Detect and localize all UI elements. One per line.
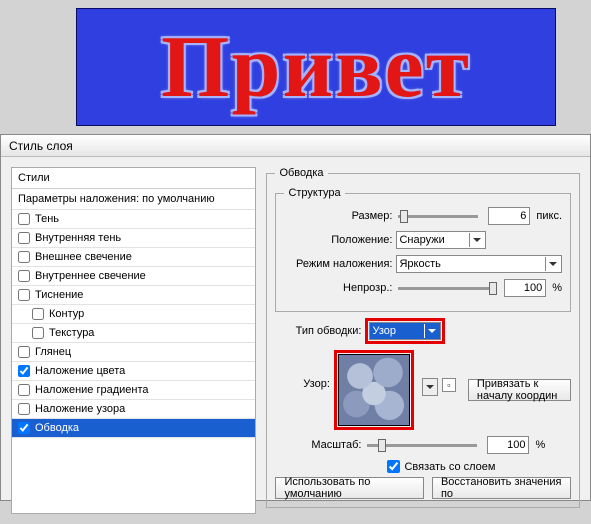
scale-unit: %: [535, 439, 545, 451]
blendmode-combo[interactable]: Яркость: [396, 255, 562, 273]
link-layer-checkbox[interactable]: [387, 460, 400, 473]
chevron-down-icon: [545, 257, 559, 271]
dialog-title: Стиль слоя: [1, 135, 590, 157]
pattern-label: Узор:: [275, 378, 329, 390]
styles-header: Стили: [12, 168, 255, 189]
style-item-label: Наложение градиента: [35, 384, 149, 396]
style-item-3[interactable]: Внутреннее свечение: [12, 267, 255, 286]
style-item-label: Обводка: [35, 422, 79, 434]
new-preset-icon[interactable]: ▫: [442, 378, 456, 392]
style-item-label: Глянец: [35, 346, 71, 358]
style-item-0[interactable]: Тень: [12, 210, 255, 229]
style-item-checkbox[interactable]: [18, 232, 30, 244]
style-item-label: Внутреннее свечение: [35, 270, 146, 282]
style-item-4[interactable]: Тиснение: [12, 286, 255, 305]
preview-text: Привет: [161, 17, 471, 118]
style-item-8[interactable]: Наложение цвета: [12, 362, 255, 381]
stroke-settings: Обводка Структура Размер: пикс. Положени…: [266, 167, 580, 514]
chevron-down-icon: [469, 233, 483, 247]
style-item-checkbox[interactable]: [18, 289, 30, 301]
style-item-5[interactable]: Контур: [12, 305, 255, 324]
opacity-slider[interactable]: [398, 287, 494, 290]
style-item-10[interactable]: Наложение узора: [12, 400, 255, 419]
style-item-9[interactable]: Наложение градиента: [12, 381, 255, 400]
style-item-label: Внешнее свечение: [35, 251, 132, 263]
filltype-combo[interactable]: Узор: [369, 322, 441, 340]
style-item-label: Тень: [35, 213, 59, 225]
size-label: Размер:: [284, 210, 392, 222]
style-item-1[interactable]: Внутренняя тень: [12, 229, 255, 248]
position-combo[interactable]: Снаружи: [396, 231, 486, 249]
style-item-label: Контур: [49, 308, 84, 320]
pattern-highlight: [334, 350, 414, 430]
size-unit: пикс.: [536, 210, 562, 222]
chevron-down-icon: [424, 324, 438, 338]
stroke-legend: Обводка: [275, 167, 327, 179]
layer-style-dialog: Стиль слоя Стили Параметры наложения: по…: [0, 134, 591, 501]
style-item-checkbox[interactable]: [18, 365, 30, 377]
opacity-unit: %: [552, 282, 562, 294]
style-item-label: Наложение узора: [35, 403, 125, 415]
link-layer-label: Связать со слоем: [404, 461, 495, 473]
filltype-highlight: Узор: [365, 318, 445, 344]
style-item-checkbox[interactable]: [18, 422, 30, 434]
stroke-fieldset: Обводка Структура Размер: пикс. Положени…: [266, 167, 580, 508]
style-item-checkbox[interactable]: [18, 270, 30, 282]
blend-defaults-row[interactable]: Параметры наложения: по умолчанию: [12, 189, 255, 210]
preview-banner: Привет: [76, 8, 556, 126]
style-item-2[interactable]: Внешнее свечение: [12, 248, 255, 267]
style-item-11[interactable]: Обводка: [12, 419, 255, 438]
size-slider[interactable]: [398, 215, 478, 218]
structure-legend: Структура: [284, 187, 344, 199]
style-item-label: Тиснение: [35, 289, 83, 301]
size-input[interactable]: [488, 207, 530, 225]
scale-label: Масштаб:: [275, 439, 361, 451]
style-item-checkbox[interactable]: [18, 251, 30, 263]
style-item-checkbox[interactable]: [18, 403, 30, 415]
blendmode-label: Режим наложения:: [284, 258, 392, 270]
style-item-checkbox[interactable]: [18, 384, 30, 396]
style-item-6[interactable]: Текстура: [12, 324, 255, 343]
style-item-label: Внутренняя тень: [35, 232, 121, 244]
snap-to-origin-button[interactable]: Привязать к началу координ: [468, 379, 571, 401]
filltype-label: Тип обводки:: [275, 325, 361, 337]
reset-default-button[interactable]: Восстановить значения по: [432, 477, 571, 499]
style-item-checkbox[interactable]: [18, 213, 30, 225]
scale-slider[interactable]: [367, 444, 477, 447]
make-default-button[interactable]: Использовать по умолчанию: [275, 477, 424, 499]
style-item-7[interactable]: Глянец: [12, 343, 255, 362]
pattern-dropdown-button[interactable]: [422, 378, 438, 396]
position-label: Положение:: [284, 234, 392, 246]
opacity-label: Непрозр.:: [284, 282, 392, 294]
style-item-checkbox[interactable]: [18, 346, 30, 358]
opacity-input[interactable]: [504, 279, 546, 297]
styles-panel: Стили Параметры наложения: по умолчанию …: [11, 167, 256, 514]
structure-fieldset: Структура Размер: пикс. Положение: Снару…: [275, 187, 571, 312]
scale-input[interactable]: [487, 436, 529, 454]
pattern-thumbnail[interactable]: [338, 354, 410, 426]
style-item-label: Наложение цвета: [35, 365, 125, 377]
style-item-checkbox[interactable]: [32, 308, 44, 320]
style-item-label: Текстура: [49, 327, 94, 339]
style-item-checkbox[interactable]: [32, 327, 44, 339]
